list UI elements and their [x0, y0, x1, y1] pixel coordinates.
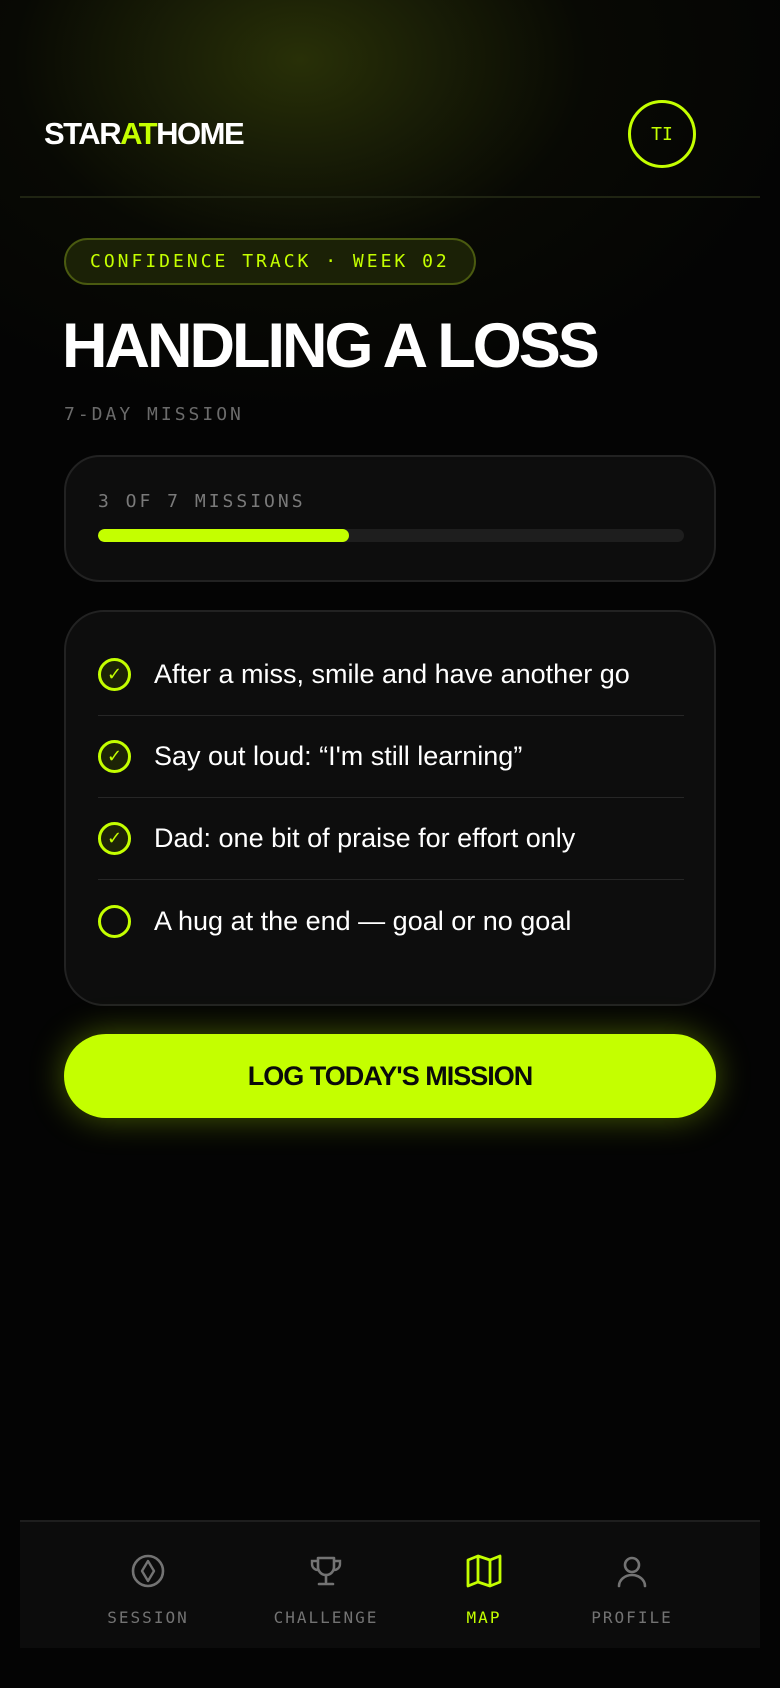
nav-item-profile[interactable]: PROFILE	[552, 1522, 712, 1650]
compass-icon	[131, 1554, 165, 1588]
mission-checklist: ✓ After a miss, smile and have another g…	[64, 610, 716, 1006]
avatar[interactable]: TI	[628, 100, 696, 168]
nav-item-challenge[interactable]: CHALLENGE	[246, 1522, 406, 1650]
checklist-item[interactable]: ✓ Dad: one bit of praise for effort only	[98, 798, 684, 880]
page-title: HANDLING A LOSS	[62, 311, 600, 381]
logo-text-home: HOME	[156, 116, 245, 151]
user-icon	[617, 1556, 647, 1588]
trophy-icon	[310, 1556, 342, 1586]
mission-subtitle: 7-DAY MISSION	[64, 404, 244, 425]
bottom-nav: SESSION CHALLENGE MAP PROFILE	[20, 1520, 760, 1648]
progress-bar	[98, 529, 684, 542]
checklist-item-label: After a miss, smile and have another go	[154, 659, 630, 689]
checkbox-checked-icon[interactable]: ✓	[98, 658, 131, 691]
logo-text-star: STAR	[44, 116, 122, 151]
checklist-item[interactable]: ✓ After a miss, smile and have another g…	[98, 634, 684, 716]
checklist-item-label: Say out loud: “I'm still learning”	[154, 741, 523, 771]
log-mission-button[interactable]: LOG TODAY'S MISSION	[64, 1034, 716, 1118]
checkbox-checked-icon[interactable]: ✓	[98, 822, 131, 855]
track-badge: CONFIDENCE TRACK · WEEK 02	[64, 238, 476, 285]
checklist-item-label: A hug at the end — goal or no goal	[154, 905, 572, 936]
checkbox-checked-icon[interactable]: ✓	[98, 740, 131, 773]
progress-bar-fill	[98, 529, 350, 542]
map-icon	[466, 1554, 502, 1588]
logo-text-at: AT	[120, 116, 158, 151]
nav-item-map[interactable]: MAP	[404, 1522, 564, 1650]
checklist-item[interactable]: ✓ Say out loud: “I'm still learning”	[98, 716, 684, 798]
checklist-item-label: Dad: one bit of praise for effort only	[154, 823, 576, 853]
progress-label: 3 OF 7 MISSIONS	[98, 491, 306, 512]
nav-label: SESSION	[107, 1608, 189, 1627]
progress-card: 3 OF 7 MISSIONS	[64, 455, 716, 582]
nav-label: CHALLENGE	[273, 1608, 379, 1627]
nav-item-session[interactable]: SESSION	[68, 1522, 228, 1650]
nav-label: PROFILE	[591, 1608, 673, 1627]
nav-label: MAP	[466, 1608, 502, 1627]
app-logo[interactable]: STARATHOME	[44, 116, 245, 152]
app-header	[20, 0, 760, 198]
checkbox-unchecked-icon[interactable]	[98, 904, 131, 938]
avatar-initials: TI	[651, 123, 673, 145]
track-badge-label: CONFIDENCE TRACK · WEEK 02	[90, 251, 450, 272]
checklist-item[interactable]: A hug at the end — goal or no goal	[98, 880, 684, 962]
